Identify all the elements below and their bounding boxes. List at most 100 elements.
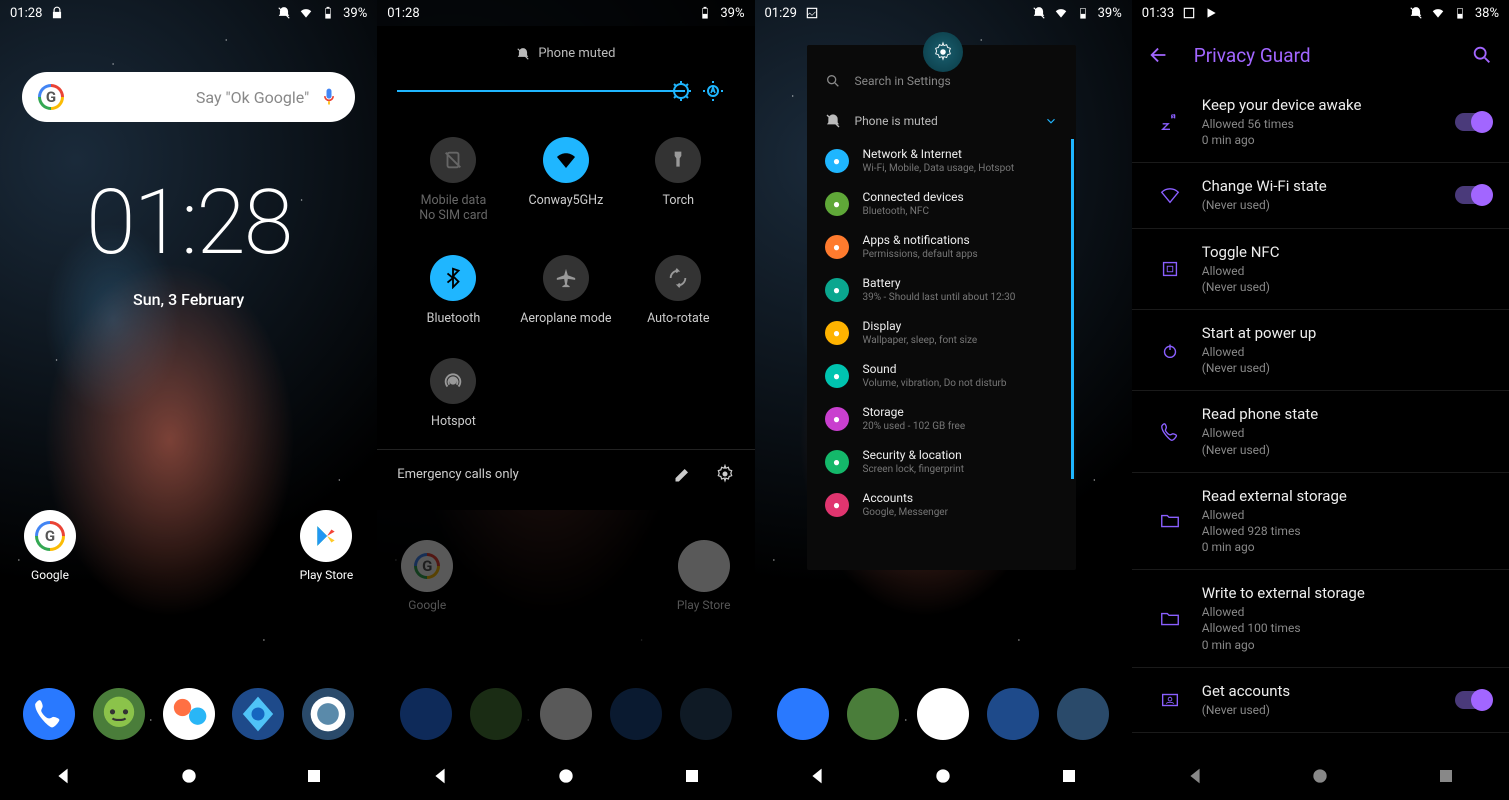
screenshot-icon xyxy=(805,6,819,20)
camera-app[interactable] xyxy=(302,688,354,740)
recents-button[interactable] xyxy=(294,756,334,796)
category-icon: ● xyxy=(825,493,849,517)
recents-button[interactable] xyxy=(1426,756,1466,796)
back-button[interactable] xyxy=(797,756,837,796)
tile-autorotate[interactable]: Auto-rotate xyxy=(622,255,734,326)
settings-panel[interactable]: Search in Settings Phone is muted ●Netwo… xyxy=(807,45,1076,570)
privacy-item[interactable]: Read phone stateAllowed(Never used) xyxy=(1132,391,1509,472)
back-arrow-icon[interactable] xyxy=(1148,44,1170,66)
home-screen: 01:28 39% Say "Ok Google" 01:28 Sun, 3 F… xyxy=(0,0,377,800)
settings-item[interactable]: ●Apps & notificationsPermissions, defaul… xyxy=(807,225,1076,268)
nav-bar xyxy=(755,752,1132,800)
back-button[interactable] xyxy=(1175,756,1215,796)
google-app[interactable]: Google xyxy=(24,510,76,582)
wifi-icon xyxy=(299,6,313,20)
mic-icon[interactable] xyxy=(319,87,339,107)
settings-app-icon xyxy=(923,32,963,72)
privacy-item[interactable]: zKeep your device awakeAllowed 56 times0… xyxy=(1132,82,1509,163)
dnd-off-icon xyxy=(1409,6,1423,20)
battery-icon xyxy=(321,6,335,20)
screenshot-icon xyxy=(1182,6,1196,20)
qs-footer: Emergency calls only xyxy=(377,449,754,498)
category-icon: ● xyxy=(825,321,849,345)
category-icon: ● xyxy=(825,149,849,173)
nfc-icon xyxy=(1150,258,1190,280)
messages-app[interactable] xyxy=(93,688,145,740)
category-icon: ● xyxy=(825,450,849,474)
privacy-item[interactable]: Write to external storageAllowedAllowed … xyxy=(1132,570,1509,668)
status-bar: 01:33 38% xyxy=(1132,0,1509,26)
phone-app[interactable] xyxy=(23,688,75,740)
browser-app[interactable] xyxy=(987,688,1039,740)
privacy-item[interactable]: Get accounts(Never used) xyxy=(1132,668,1509,733)
recents-button[interactable] xyxy=(1049,756,1089,796)
play-store-app[interactable]: Play Store xyxy=(300,510,354,582)
wifi-icon xyxy=(1431,6,1445,20)
category-icon: ● xyxy=(825,192,849,216)
dock xyxy=(755,688,1132,740)
back-button[interactable] xyxy=(420,756,460,796)
phone-app[interactable] xyxy=(777,688,829,740)
auto-brightness-icon[interactable] xyxy=(701,79,725,103)
messages-app[interactable] xyxy=(847,688,899,740)
nav-bar xyxy=(377,752,754,800)
settings-item[interactable]: ●Security & locationScreen lock, fingerp… xyxy=(807,440,1076,483)
status-time: 01:28 xyxy=(10,6,42,21)
toggle-switch[interactable] xyxy=(1455,691,1491,709)
privacy-item[interactable]: Start at power upAllowed(Never used) xyxy=(1132,310,1509,391)
power-icon xyxy=(1150,339,1190,361)
dnd-off-icon xyxy=(1032,6,1046,20)
tile-bluetooth[interactable]: Bluetooth xyxy=(397,255,509,326)
status-battery: 39% xyxy=(720,6,744,21)
muted-row[interactable]: Phone muted xyxy=(377,38,754,75)
tile-mobile-data[interactable]: Mobile dataNo SIM card xyxy=(397,137,509,223)
brightness-slider[interactable] xyxy=(397,75,734,107)
contacts-app[interactable] xyxy=(917,688,969,740)
home-button[interactable] xyxy=(1300,756,1340,796)
home-button[interactable] xyxy=(923,756,963,796)
settings-muted-banner[interactable]: Phone is muted xyxy=(807,103,1076,139)
wifi-icon xyxy=(1150,184,1190,206)
google-logo-icon xyxy=(38,84,64,110)
toggle-switch[interactable] xyxy=(1455,186,1491,204)
tile-wifi[interactable]: Conway5GHz xyxy=(510,137,622,223)
settings-item[interactable]: ●Storage20% used - 102 GB free xyxy=(807,397,1076,440)
google-search-bar[interactable]: Say "Ok Google" xyxy=(22,72,355,122)
privacy-item[interactable]: Toggle NFCAllowed(Never used) xyxy=(1132,229,1509,310)
privacy-guard-header: Privacy Guard xyxy=(1132,30,1509,80)
settings-item[interactable]: ●SoundVolume, vibration, Do not disturb xyxy=(807,354,1076,397)
edit-icon[interactable] xyxy=(673,464,693,484)
settings-item[interactable]: ●Network & InternetWi-Fi, Mobile, Data u… xyxy=(807,139,1076,182)
settings-overview-screen: 01:29 39% Search in Settings Phone is mu… xyxy=(755,0,1132,800)
settings-item[interactable]: ●Connected devicesBluetooth, NFC xyxy=(807,182,1076,225)
date-widget[interactable]: Sun, 3 February xyxy=(0,290,377,309)
back-button[interactable] xyxy=(43,756,83,796)
settings-item[interactable]: ●DisplayWallpaper, sleep, font size xyxy=(807,311,1076,354)
status-bar: 01:28 39% xyxy=(377,0,754,26)
settings-item[interactable]: ●Battery39% - Should last until about 12… xyxy=(807,268,1076,311)
tile-hotspot[interactable]: Hotspot xyxy=(397,358,509,429)
browser-app[interactable] xyxy=(232,688,284,740)
category-icon: ● xyxy=(825,278,849,302)
phone-icon xyxy=(1150,421,1190,443)
contacts-app[interactable] xyxy=(163,688,215,740)
home-button[interactable] xyxy=(169,756,209,796)
accounts-icon xyxy=(1150,689,1190,711)
settings-icon[interactable] xyxy=(715,464,735,484)
search-icon[interactable] xyxy=(1471,44,1493,66)
privacy-item[interactable]: Read external storageAllowedAllowed 928 … xyxy=(1132,473,1509,571)
tile-airplane[interactable]: Aeroplane mode xyxy=(510,255,622,326)
clock-widget[interactable]: 01:28 xyxy=(0,170,377,275)
privacy-guard-list[interactable]: zKeep your device awakeAllowed 56 times0… xyxy=(1132,82,1509,752)
home-button[interactable] xyxy=(546,756,586,796)
camera-app[interactable] xyxy=(1057,688,1109,740)
search-icon xyxy=(825,73,841,89)
privacy-item[interactable]: Change Wi-Fi state(Never used) xyxy=(1132,163,1509,228)
scrollbar[interactable] xyxy=(1071,139,1074,479)
tile-torch[interactable]: Torch xyxy=(622,137,734,223)
privacy-guard-screen: 01:33 38% Privacy Guard zKeep your devic… xyxy=(1132,0,1509,800)
toggle-switch[interactable] xyxy=(1455,113,1491,131)
settings-item[interactable]: ●AccountsGoogle, Messenger xyxy=(807,483,1076,526)
quick-settings-screen: 01:28 39% Phone muted Mobile dataNo SIM … xyxy=(377,0,754,800)
recents-button[interactable] xyxy=(672,756,712,796)
